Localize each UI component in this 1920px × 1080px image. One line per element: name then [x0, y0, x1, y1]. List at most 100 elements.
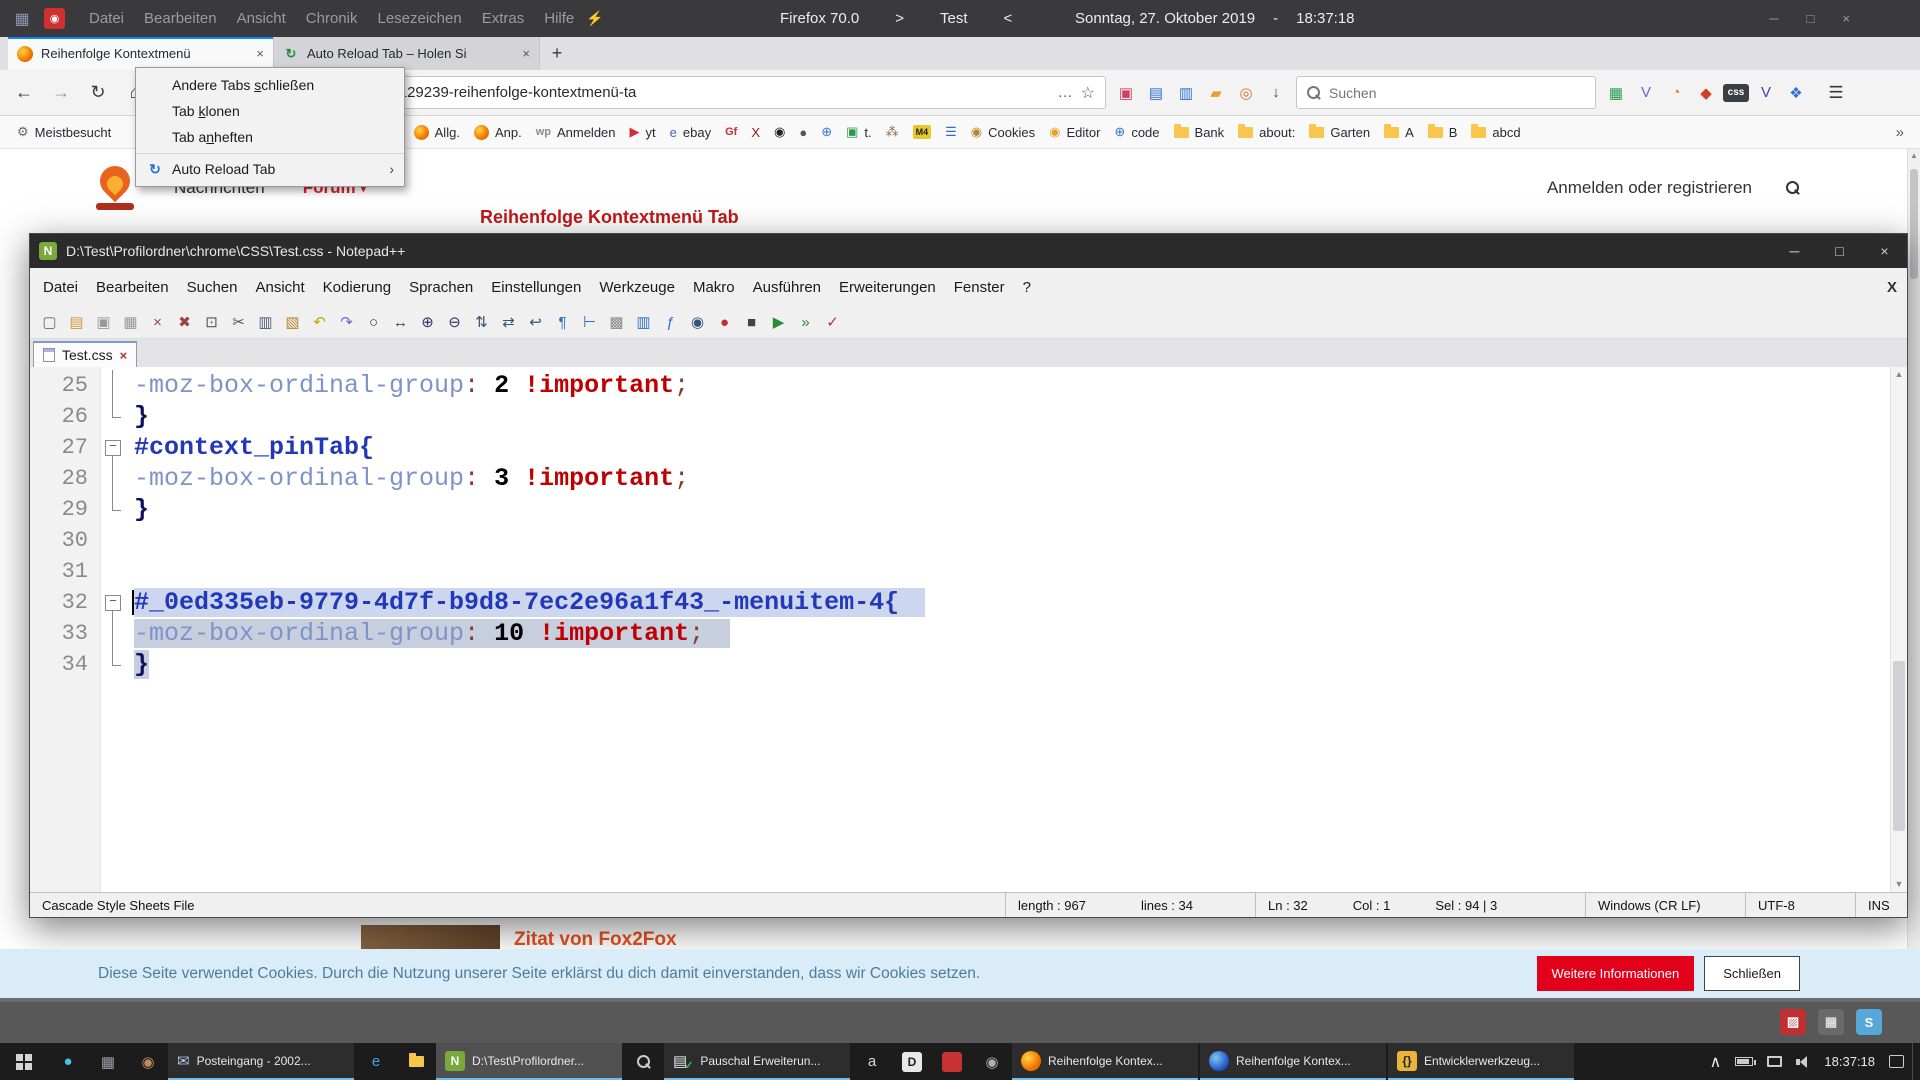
back-icon[interactable]: ←: [8, 77, 40, 109]
bookmark-folder-about[interactable]: about:: [1231, 122, 1302, 143]
document-close-icon[interactable]: X: [1887, 279, 1897, 296]
menu-item-close-other-tabs[interactable]: Andere Tabs schließen: [136, 72, 404, 98]
menu-item[interactable]: Werkzeuge: [590, 279, 684, 296]
taskbar-pinned-d[interactable]: D: [892, 1043, 932, 1080]
menu-item[interactable]: Datei: [34, 279, 87, 296]
code-line-34[interactable]: 34}: [30, 649, 1890, 680]
bookmark-paw[interactable]: ⁂: [879, 121, 906, 143]
bookmark-allg[interactable]: Allg.: [407, 122, 467, 143]
minimize-icon[interactable]: ─: [1772, 243, 1817, 259]
scrollbar-thumb[interactable]: [1910, 169, 1918, 279]
print-icon[interactable]: ⊡: [199, 310, 224, 335]
zoom-out-icon[interactable]: ⊖: [442, 310, 467, 335]
library-icon[interactable]: ▤: [1141, 78, 1171, 108]
page-scrollbar[interactable]: ▲: [1907, 149, 1920, 998]
bookmark-yt[interactable]: ▶ yt: [623, 121, 663, 143]
menu-item[interactable]: Erweiterungen: [830, 279, 945, 296]
menu-item-auto-reload-tab[interactable]: ↻ Auto Reload Tab ›: [136, 153, 404, 182]
fold-margin-marker[interactable]: [100, 432, 126, 463]
taskbar-pinned-browser[interactable]: ●: [48, 1043, 88, 1080]
show-all-chars-icon[interactable]: ¶: [550, 310, 575, 335]
editor-scrollbar[interactable]: ▲ ▼: [1890, 367, 1907, 892]
sidebar-icon[interactable]: ▥: [1171, 78, 1201, 108]
bookmark-github[interactable]: ◉: [767, 121, 792, 143]
addon-v2-icon[interactable]: V: [1751, 78, 1781, 108]
word-wrap-icon[interactable]: ↩: [523, 310, 548, 335]
new-tab-button[interactable]: +: [540, 37, 574, 70]
play-macro-icon[interactable]: ▶: [766, 310, 791, 335]
sync-scroll-v-icon[interactable]: ⇅: [469, 310, 494, 335]
maximize-icon[interactable]: □: [1807, 11, 1815, 26]
menu-item[interactable]: Sprachen: [400, 279, 482, 296]
addon-red-icon[interactable]: ◆: [1691, 78, 1721, 108]
login-link[interactable]: Anmelden oder registrieren: [1547, 178, 1752, 198]
redo-icon[interactable]: ↷: [334, 310, 359, 335]
network-icon[interactable]: [1767, 1056, 1782, 1067]
doc-map-icon[interactable]: ▥: [631, 310, 656, 335]
addon-v-icon[interactable]: V: [1631, 78, 1661, 108]
status-encoding[interactable]: UTF-8: [1745, 893, 1855, 917]
folder-yellow-icon[interactable]: ▰: [1201, 78, 1231, 108]
notepadpp-titlebar[interactable]: N D:\Test\Profilordner\chrome\CSS\Test.c…: [30, 234, 1907, 268]
bookmark-editor[interactable]: ◉ Editor: [1042, 121, 1107, 143]
menu-item[interactable]: Bearbeiten: [87, 279, 178, 296]
bookmark-meistbesucht[interactable]: ⚙ Meistbesucht: [10, 121, 118, 143]
reload-icon[interactable]: ↻: [82, 77, 114, 109]
status-insert-mode[interactable]: INS: [1855, 893, 1907, 917]
addon-orange-icon[interactable]: ◔: [1661, 78, 1691, 108]
function-list-icon[interactable]: ƒ: [658, 310, 683, 335]
indent-guide-icon[interactable]: ⊢: [577, 310, 602, 335]
code-line-33[interactable]: 33-moz-box-ordinal-group: 10 !important;: [30, 618, 1890, 649]
taskbar-app-devtools[interactable]: {} Entwicklerwerkzeug...: [1388, 1043, 1574, 1080]
close-icon[interactable]: ×: [1862, 243, 1907, 259]
bookmark-dark-site[interactable]: ●: [792, 122, 814, 143]
stop-macro-icon[interactable]: ■: [739, 310, 764, 335]
code-line-30[interactable]: 30: [30, 525, 1890, 556]
save-all-icon[interactable]: ▦: [118, 310, 143, 335]
global-menu-item[interactable]: Extras: [472, 10, 535, 27]
tab-close-icon[interactable]: ×: [256, 46, 264, 61]
page-actions-icon[interactable]: …: [1058, 84, 1073, 101]
copy-icon[interactable]: ▥: [253, 310, 278, 335]
taskbar-pinned-explorer[interactable]: [396, 1043, 436, 1080]
sync-scroll-h-icon[interactable]: ⇄: [496, 310, 521, 335]
user-lang-icon[interactable]: ▩: [604, 310, 629, 335]
rss-icon[interactable]: ◎: [1231, 78, 1261, 108]
code-line-27[interactable]: 27#context_pinTab{: [30, 432, 1890, 463]
bookmark-folder-b[interactable]: B: [1421, 122, 1465, 143]
cookie-info-button[interactable]: Weitere Informationen: [1537, 956, 1695, 991]
bookmark-star-icon[interactable]: ☆: [1081, 83, 1095, 103]
bookmark-x[interactable]: X: [744, 122, 767, 143]
code-line-25[interactable]: 25-moz-box-ordinal-group: 2 !important;: [30, 370, 1890, 401]
taskbar-pinned-app[interactable]: ▦: [88, 1043, 128, 1080]
minimize-icon[interactable]: ─: [1769, 11, 1778, 26]
code-line-31[interactable]: 31: [30, 556, 1890, 587]
scroll-up-icon[interactable]: ▲: [1908, 149, 1920, 163]
global-menu-item[interactable]: Bearbeiten: [134, 10, 227, 27]
maximize-icon[interactable]: □: [1817, 243, 1862, 259]
menu-item-clone-tab[interactable]: Tab klonen: [136, 98, 404, 124]
bookmark-anp[interactable]: Anp.: [467, 122, 529, 143]
bookmark-gf[interactable]: Gf: [718, 123, 744, 141]
menu-item[interactable]: Ansicht: [246, 279, 313, 296]
new-file-icon[interactable]: ▢: [37, 310, 62, 335]
addon-blue-icon[interactable]: ❖: [1781, 78, 1811, 108]
start-button[interactable]: [0, 1043, 48, 1080]
save-icon[interactable]: ▣: [91, 310, 116, 335]
menu-item[interactable]: Suchen: [178, 279, 247, 296]
scroll-down-icon[interactable]: ▼: [1891, 877, 1907, 892]
taskbar-app-firefox-2[interactable]: Reihenfolge Kontex...: [1200, 1043, 1386, 1080]
bookmark-t[interactable]: ▣ t.: [839, 121, 879, 143]
browser-tab[interactable]: Reihenfolge Kontextmenü ×: [8, 37, 274, 70]
menu-item[interactable]: Fenster: [945, 279, 1014, 296]
taskbar-pinned-red[interactable]: [932, 1043, 972, 1080]
bookmark-ebay[interactable]: e ebay: [663, 122, 718, 143]
desktop-tray-skype-icon[interactable]: S: [1856, 1009, 1882, 1035]
bookmark-lines[interactable]: ☰: [938, 121, 964, 143]
menu-item[interactable]: Kodierung: [314, 279, 400, 296]
code-line-28[interactable]: 28-moz-box-ordinal-group: 3 !important;: [30, 463, 1890, 494]
taskbar-pinned-edge[interactable]: e: [356, 1043, 396, 1080]
bookmark-code[interactable]: ⊕ code: [1107, 121, 1166, 143]
tab-close-icon[interactable]: ×: [522, 46, 530, 61]
taskbar-app-pauschal[interactable]: ▤ ✓ Pauschal Erweiterun...: [664, 1043, 850, 1080]
